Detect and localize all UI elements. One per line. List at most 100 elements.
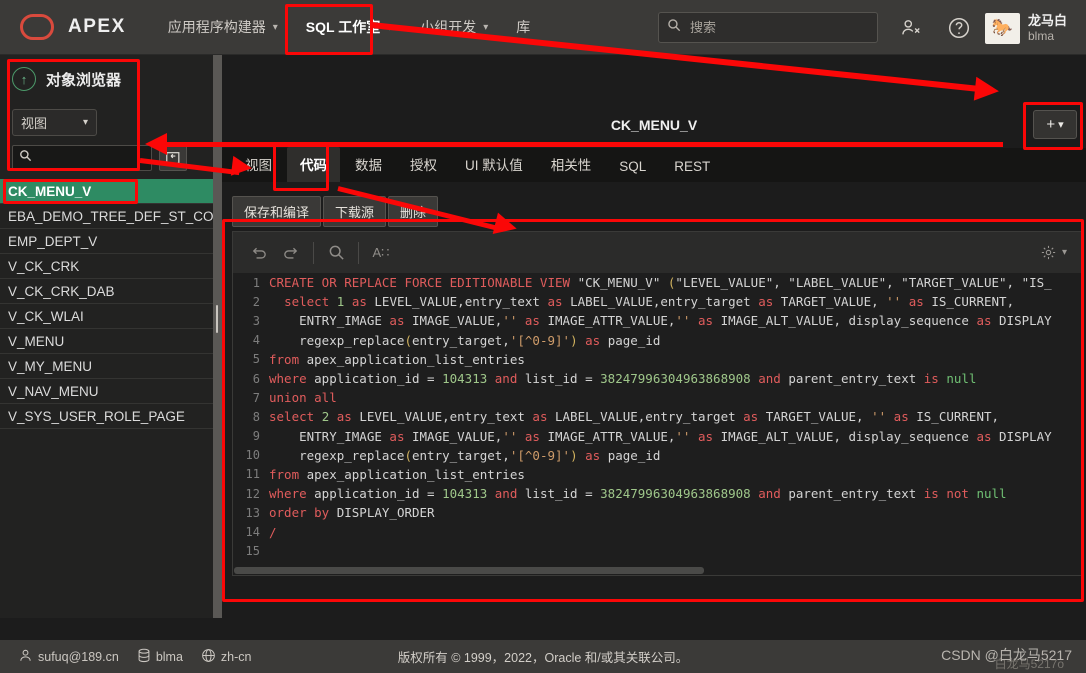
chevron-down-icon: ▾ — [272, 21, 278, 33]
download-source-button[interactable]: 下载源 — [323, 196, 387, 227]
splitter-grip[interactable] — [216, 305, 218, 333]
nav-item-sql-workshop[interactable]: SQL 工作室 ▾ — [294, 9, 404, 45]
chevron-down-icon: ▾ — [1061, 247, 1067, 258]
code-line[interactable]: 10 regexp_replace(entry_target,'[^0-9]')… — [233, 446, 1081, 465]
text-size-icon[interactable]: A∷ — [365, 238, 397, 268]
code-content[interactable]: 1 CREATE OR REPLACE FORCE EDITIONABLE VIE… — [233, 273, 1081, 575]
object-search-input[interactable] — [36, 150, 144, 166]
code-token: TARGET_VALUE, — [765, 409, 872, 425]
code-token: null — [946, 371, 977, 387]
code-token: "CK_MENU_V" — [577, 275, 668, 291]
code-line-text: select 1 as LEVEL_VALUE,entry_text as LA… — [269, 294, 1014, 309]
code-line[interactable]: 5 from apex_application_list_entries — [233, 350, 1081, 369]
tab-rest[interactable]: REST — [661, 152, 723, 182]
save-and-compile-button[interactable]: 保存和编译 — [232, 196, 322, 227]
user-display-name: 龙马白 — [1028, 13, 1068, 28]
undo-icon[interactable] — [243, 238, 275, 268]
top-navigation-bar: APEX 应用程序构建器 ▾ SQL 工作室 ▾ 小组开发 ▾ 库 搜索 🐎 龙… — [0, 0, 1086, 55]
help-icon[interactable] — [945, 14, 973, 42]
code-line[interactable]: 3 ENTRY_IMAGE as IMAGE_VALUE,'' as IMAGE… — [233, 311, 1081, 330]
code-line[interactable]: 15 — [233, 542, 1081, 561]
delete-button[interactable]: 删除 — [388, 196, 439, 227]
object-search[interactable] — [12, 145, 152, 171]
code-line-text: regexp_replace(entry_target,'[^0-9]') as… — [269, 333, 660, 348]
line-number: 15 — [245, 544, 260, 559]
code-token: 104313 — [442, 486, 495, 502]
code-line[interactable]: 14 / — [233, 522, 1081, 541]
panel-splitter[interactable] — [213, 55, 222, 618]
code-token: as — [758, 294, 781, 310]
user-menu[interactable]: 🐎 龙马白 blma — [985, 10, 1067, 46]
object-list-item[interactable]: EMP_DEPT_V — [0, 229, 213, 254]
code-token: LEVEL_VALUE,entry_text — [359, 409, 533, 425]
nav-item-app-builder[interactable]: 应用程序构建器 ▾ — [156, 9, 290, 45]
nav-item-team-development[interactable]: 小组开发 ▾ — [408, 9, 500, 45]
code-token: as — [893, 409, 917, 425]
object-browser-title: 对象浏览器 — [46, 71, 122, 89]
code-line[interactable]: 8 select 2 as LEVEL_VALUE,entry_text as L… — [233, 407, 1081, 426]
code-token: IMAGE_VALUE, — [412, 428, 503, 444]
object-list-item[interactable]: CK_MENU_V — [0, 179, 213, 204]
code-token: as — [976, 313, 1000, 329]
code-line[interactable]: 4 regexp_replace(entry_target,'[^0-9]') … — [233, 331, 1081, 350]
tab-data[interactable]: 数据 — [342, 147, 395, 182]
editor-settings[interactable]: ▾ — [1040, 244, 1067, 261]
line-number: 5 — [252, 352, 260, 367]
code-token: select — [284, 294, 337, 310]
create-object-button[interactable]: + ▾ — [1033, 110, 1077, 139]
code-token: list_id = — [524, 371, 601, 387]
code-token: entry_target, — [412, 447, 510, 463]
code-token: and — [758, 371, 789, 387]
code-line[interactable]: 2 select 1 as LEVEL_VALUE,entry_text as … — [233, 292, 1081, 311]
object-list-item[interactable]: V_CK_WLAI — [0, 304, 213, 329]
code-token: TARGET_VALUE, — [780, 294, 887, 310]
line-number: 13 — [245, 505, 260, 520]
object-list-item[interactable]: V_MENU — [0, 329, 213, 354]
global-search[interactable] — [658, 12, 878, 43]
code-token: entry_target, — [412, 332, 510, 348]
object-list[interactable]: CK_MENU_V EBA_DEMO_TREE_DEF_ST_CODES EMP… — [0, 179, 213, 429]
code-token: as — [351, 294, 375, 310]
search-icon[interactable] — [320, 238, 352, 268]
code-token: CREATE OR REPLACE FORCE EDITIONABLE VIEW — [269, 275, 578, 291]
main-nav: 应用程序构建器 ▾ SQL 工作室 ▾ 小组开发 ▾ 库 — [156, 9, 543, 45]
code-line[interactable]: 6 where application_id = 104313 and list_… — [233, 369, 1081, 388]
code-token: '[^0-9]' — [509, 447, 571, 463]
tab-grants[interactable]: 授权 — [397, 147, 450, 182]
redo-icon[interactable] — [275, 238, 307, 268]
object-list-item[interactable]: EBA_DEMO_TREE_DEF_ST_CODES — [0, 204, 213, 229]
arrow-up-icon[interactable]: ↑ — [12, 67, 36, 91]
object-list-item[interactable]: V_CK_CRK_DAB — [0, 279, 213, 304]
code-line[interactable]: 12 where application_id = 104313 and list… — [233, 484, 1081, 503]
tab-sql[interactable]: SQL — [606, 152, 659, 182]
object-list-item[interactable]: V_NAV_MENU — [0, 379, 213, 404]
object-list-item[interactable]: V_CK_CRK — [0, 254, 213, 279]
nav-item-gallery[interactable]: 库 — [504, 9, 542, 45]
tab-view[interactable]: 视图 — [232, 147, 285, 182]
code-line[interactable]: 11 from apex_application_list_entries — [233, 465, 1081, 484]
tab-code[interactable]: 代码 — [287, 147, 340, 182]
code-token: IS_CURRENT, — [916, 409, 1000, 425]
reset-icon[interactable] — [159, 145, 187, 171]
code-token: parent_entry_text — [788, 486, 924, 502]
search-input[interactable] — [688, 19, 868, 36]
tab-dependencies[interactable]: 相关性 — [538, 147, 605, 182]
code-token: 1 — [336, 294, 352, 310]
search-icon — [667, 18, 681, 37]
code-editor[interactable]: A∷ ▾ 1 CREATE OR REPLACE FORCE EDITIONABL… — [232, 231, 1082, 576]
object-list-item[interactable]: V_SYS_USER_ROLE_PAGE — [0, 404, 213, 429]
users-icon[interactable] — [897, 14, 925, 42]
nav-item-label: SQL 工作室 — [305, 19, 381, 35]
line-number: 9 — [252, 429, 260, 444]
code-line[interactable]: 7 union all — [233, 388, 1081, 407]
code-line-text: / — [269, 525, 277, 540]
code-token: "LEVEL_VALUE", "LABEL_VALUE", "TARGET_VA… — [675, 275, 1052, 291]
tab-ui-defaults[interactable]: UI 默认值 — [452, 147, 536, 182]
code-line[interactable]: 1 CREATE OR REPLACE FORCE EDITIONABLE VIE… — [233, 273, 1081, 292]
object-list-item[interactable]: V_MY_MENU — [0, 354, 213, 379]
horizontal-scrollbar[interactable] — [234, 567, 704, 574]
code-line[interactable]: 9 ENTRY_IMAGE as IMAGE_VALUE,'' as IMAGE… — [233, 427, 1081, 446]
object-type-select[interactable]: 视图 ▾ — [12, 109, 97, 136]
code-line[interactable]: 13 order by DISPLAY_ORDER — [233, 503, 1081, 522]
